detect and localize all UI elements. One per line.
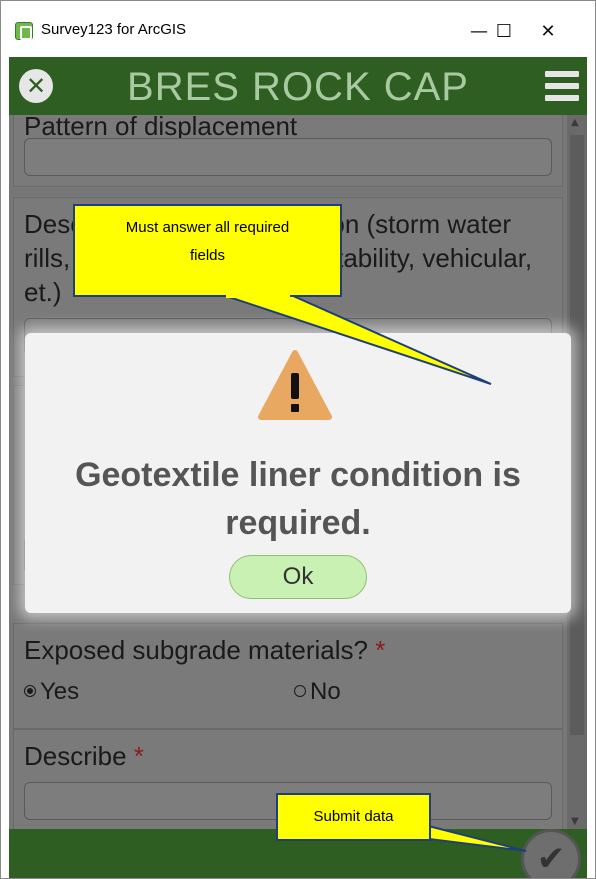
question-exposed-subgrade: Exposed subgrade materials? * Yes No: [13, 623, 563, 729]
radio-yes-label: Yes: [40, 678, 80, 705]
survey-title: BRES ROCK CAP: [127, 65, 469, 109]
question-label: Exposed subgrade materials? *: [24, 634, 385, 666]
question-label: Describe *: [24, 740, 144, 772]
pattern-of-displacement-input[interactable]: [24, 138, 552, 176]
required-field-dialog: Geotextile liner condition is required. …: [25, 333, 571, 613]
title-bar: Survey123 for ArcGIS — ☐ ✕: [1, 1, 595, 57]
question-label-line-3: et.): [24, 277, 62, 307]
question-label-text: Exposed subgrade materials?: [24, 635, 368, 665]
required-callout-line-1: Must answer all required: [125, 219, 290, 236]
required-marker: *: [133, 741, 144, 771]
survey123-app-icon: [15, 22, 33, 40]
submit-callout-text: Submit data: [313, 808, 394, 825]
dialog-message-line-1: Geotextile liner condition is: [75, 456, 521, 494]
radio-option-yes[interactable]: Yes: [24, 678, 79, 706]
required-marker: *: [375, 635, 386, 665]
scroll-down-arrow-icon[interactable]: ▼: [571, 816, 579, 827]
dialog-message-line-2: required.: [225, 504, 371, 542]
dialog-message: Geotextile liner condition is required.: [25, 451, 571, 547]
scroll-thumb[interactable]: [570, 135, 584, 735]
window-title: Survey123 for ArcGIS: [41, 21, 187, 38]
question-label-text: Describe: [24, 741, 127, 771]
app-window: Survey123 for ArcGIS — ☐ ✕ ✕ BRES ROCK C…: [0, 0, 596, 879]
window-close-button[interactable]: ✕: [525, 13, 571, 49]
maximize-button[interactable]: ☐: [481, 13, 527, 49]
hamburger-icon[interactable]: [545, 69, 579, 103]
question-pattern-of-displacement: Pattern of displacement: [13, 115, 563, 187]
warning-icon: [258, 350, 332, 420]
app-header: ✕ BRES ROCK CAP: [9, 57, 587, 115]
footer-bar: [9, 829, 587, 878]
checkmark-icon: ✔: [536, 839, 566, 879]
required-callout-line-2: fields: [189, 247, 226, 264]
radio-unselected-icon: [294, 684, 306, 697]
scroll-up-arrow-icon[interactable]: ▲: [571, 117, 579, 128]
ok-button[interactable]: Ok: [229, 555, 367, 599]
radio-option-no[interactable]: No: [294, 678, 341, 706]
required-callout-text: Must answer all required fields: [74, 214, 341, 270]
radio-no-label: No: [310, 678, 341, 705]
radio-selected-icon: [24, 684, 36, 697]
